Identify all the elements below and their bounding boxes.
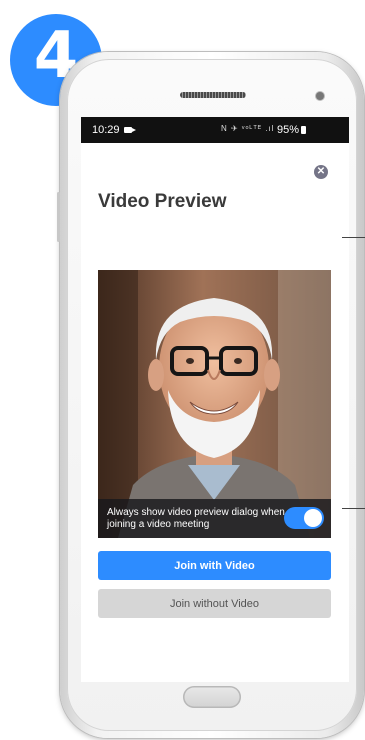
preview-toggle-bar: Always show video preview dialog when jo…	[98, 499, 331, 538]
dialog-title: Video Preview	[98, 191, 227, 212]
battery-percent: 95%	[277, 124, 300, 136]
video-camera-icon	[124, 127, 136, 133]
close-icon[interactable]: ✕	[314, 165, 328, 179]
always-show-preview-toggle[interactable]	[284, 507, 324, 529]
earpiece-speaker	[180, 92, 246, 98]
phone-screen: 10:29 N ✈ ᵛᵒᴸᵀᴱ .ıl 95% ✕ Video Preview	[81, 117, 349, 682]
toggle-knob	[304, 509, 322, 527]
status-indicators: N ✈ ᵛᵒᴸᵀᴱ .ıl	[221, 124, 275, 133]
phone-frame: 10:29 N ✈ ᵛᵒᴸᵀᴱ .ıl 95% ✕ Video Preview	[57, 52, 364, 738]
toggle-label: Always show video preview dialog when jo…	[107, 507, 285, 530]
join-with-video-button[interactable]: Join with Video	[98, 551, 331, 580]
video-preview: Always show video preview dialog when jo…	[98, 270, 331, 538]
side-button	[57, 192, 60, 242]
battery-icon	[301, 126, 306, 134]
hardware-home-button[interactable]	[183, 686, 241, 708]
join-without-video-button[interactable]: Join without Video	[98, 589, 331, 618]
video-preview-image	[98, 270, 331, 538]
callout-line-join-button	[342, 508, 365, 509]
status-bar: 10:29 N ✈ ᵛᵒᴸᵀᴱ .ıl 95%	[81, 117, 349, 143]
callout-line-preview	[342, 237, 365, 238]
status-time: 10:29	[92, 124, 120, 136]
front-camera	[316, 92, 324, 100]
